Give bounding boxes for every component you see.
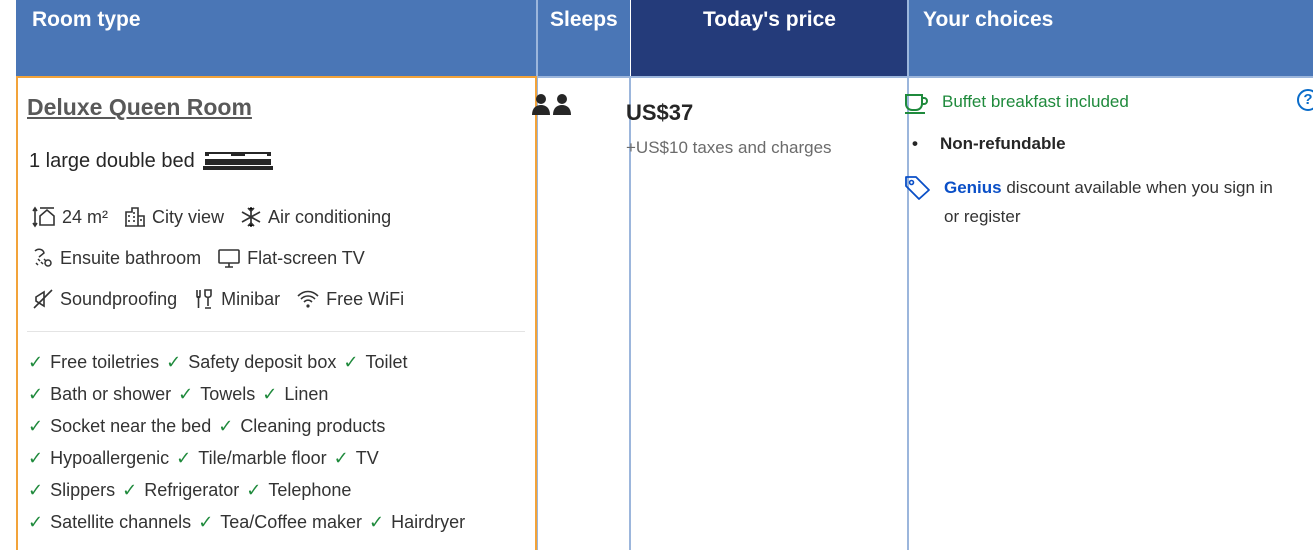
bullet: • xyxy=(912,134,918,153)
amenity-item: ✓ Tea/Coffee maker xyxy=(198,512,363,532)
facility-row: 24 m² City view Air conditioning xyxy=(32,206,407,228)
soundproofing-icon xyxy=(33,289,53,309)
check-icon: ✓ xyxy=(28,352,44,372)
double-bed-icon xyxy=(202,152,273,170)
amenity-row: ✓ Free toiletries ✓ Safety deposit box ✓ To… xyxy=(28,352,414,373)
facility-row: Ensuite bathroom Flat-screen TV xyxy=(32,247,381,269)
amenity-row: ✓ Hypoallergenic ✓ Tile/marble floor ✓ TV xyxy=(28,448,386,469)
amenity-row: ✓ Satellite channels ✓ Tea/Coffee maker ✓ H… xyxy=(28,512,472,533)
amenity-item: ✓ Tile/marble floor xyxy=(176,448,327,468)
check-icon: ✓ xyxy=(28,416,44,436)
genius-brand: Genius xyxy=(944,178,1002,197)
room-name-link[interactable]: Deluxe Queen Room xyxy=(27,94,252,121)
genius-text: Genius discount available when you sign … xyxy=(944,178,1273,226)
check-icon: ✓ xyxy=(246,480,262,500)
air-conditioning-icon xyxy=(241,207,261,227)
amenity-item: ✓ Hypoallergenic xyxy=(28,448,170,468)
facility-row: Soundproofing Minibar Free WiFi xyxy=(32,288,420,310)
tag-icon xyxy=(905,176,930,200)
check-icon: ✓ xyxy=(343,352,359,372)
amenity-item: ✓ Toilet xyxy=(343,352,408,372)
room-size-icon xyxy=(32,206,55,228)
amenity-item: ✓ Refrigerator xyxy=(122,480,240,500)
minibar-icon xyxy=(196,289,212,309)
flat-screen-tv-icon xyxy=(218,249,240,268)
coffee-cup-icon xyxy=(905,94,928,114)
check-icon: ✓ xyxy=(122,480,138,500)
facility-item: Soundproofing xyxy=(32,288,177,310)
header-room-type: Room type xyxy=(16,0,536,76)
check-icon: ✓ xyxy=(262,384,278,404)
check-icon: ✓ xyxy=(198,512,214,532)
facility-item: Air conditioning xyxy=(240,206,391,228)
amenity-item: ✓ Bath or shower xyxy=(28,384,172,404)
column-divider xyxy=(907,0,909,550)
amenity-item: ✓ Towels xyxy=(178,384,256,404)
check-icon: ✓ xyxy=(28,512,44,532)
check-icon: ✓ xyxy=(218,416,234,436)
two-persons-icon xyxy=(532,94,571,115)
check-icon: ✓ xyxy=(369,512,385,532)
amenity-item: ✓ Hairdryer xyxy=(369,512,466,532)
price-taxes: +US$10 taxes and charges xyxy=(626,138,832,157)
amenity-row: ✓ Socket near the bed ✓ Cleaning products xyxy=(28,416,392,437)
check-icon: ✓ xyxy=(28,480,44,500)
help-icon[interactable]: ? xyxy=(1297,89,1313,111)
facility-item: City view xyxy=(124,206,224,228)
amenity-item: ✓ Safety deposit box xyxy=(166,352,337,372)
facility-item: Free WiFi xyxy=(296,288,404,310)
amenity-row: ✓ Slippers ✓ Refrigerator ✓ Telephone xyxy=(28,480,358,501)
check-icon: ✓ xyxy=(178,384,194,404)
amenity-item: ✓ Linen xyxy=(262,384,329,404)
price-amount: US$37 xyxy=(626,100,694,125)
check-icon: ✓ xyxy=(28,384,44,404)
bed-label: 1 large double bed xyxy=(29,149,195,172)
wifi-icon xyxy=(297,290,319,308)
bed-info: 1 large double bed xyxy=(29,148,273,174)
amenity-row: ✓ Bath or shower ✓ Towels ✓ Linen xyxy=(28,384,335,405)
facility-item: Ensuite bathroom xyxy=(32,247,201,269)
facility-item: Minibar xyxy=(193,288,280,310)
facility-item: 24 m² xyxy=(32,206,108,228)
check-icon: ✓ xyxy=(176,448,192,468)
breakfast-choice: Buffet breakfast included xyxy=(904,92,1129,115)
room-table: Room type Sleeps Today's price Your choi… xyxy=(16,0,1313,550)
check-icon: ✓ xyxy=(28,448,44,468)
header-sleeps: Sleeps xyxy=(538,0,630,76)
check-icon: ✓ xyxy=(166,352,182,372)
header-todays-price: Today's price xyxy=(631,0,908,76)
room-cell: Deluxe Queen Room 1 large double bed 24 … xyxy=(16,76,537,550)
facility-item: Flat-screen TV xyxy=(217,247,365,269)
check-icon: ✓ xyxy=(333,448,349,468)
ensuite-bathroom-icon xyxy=(34,248,52,267)
city-view-icon xyxy=(125,207,146,227)
header-your-choices: Your choices xyxy=(909,0,1313,76)
refund-policy: • Non-refundable xyxy=(912,134,1066,153)
amenity-item: ✓ Telephone xyxy=(246,480,352,500)
amenity-item: ✓ Satellite channels xyxy=(28,512,192,532)
section-divider xyxy=(27,331,525,332)
amenity-item: ✓ Socket near the bed xyxy=(28,416,212,436)
amenity-item: ✓ TV xyxy=(333,448,379,468)
amenity-item: ✓ Cleaning products xyxy=(218,416,386,436)
genius-discount: Genius discount available when you sign … xyxy=(904,173,1274,231)
amenity-item: ✓ Slippers xyxy=(28,480,116,500)
amenity-item: ✓ Free toiletries xyxy=(28,352,160,372)
